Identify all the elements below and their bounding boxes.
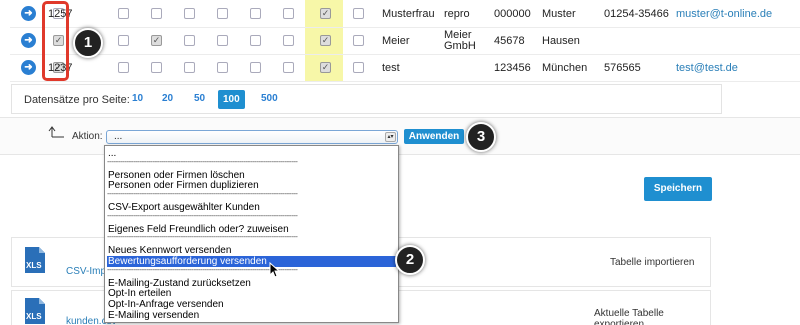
- row-flag-checkbox[interactable]: [151, 62, 162, 73]
- row-flag-checkbox[interactable]: [353, 35, 364, 46]
- row-name: Musterfrau: [382, 8, 435, 20]
- action-label: Aktion:: [72, 131, 103, 142]
- arrow-right-circle-icon[interactable]: ➜: [21, 33, 36, 48]
- arrow-right-circle-icon[interactable]: ➜: [21, 6, 36, 21]
- row-email[interactable]: muster@t-online.de: [676, 0, 772, 28]
- row-flag-checkbox[interactable]: [353, 62, 364, 73]
- row-name: Meier: [382, 35, 410, 47]
- row-phone: 576565: [604, 62, 641, 74]
- table-row: ➜ ✓ ✓ ✓ Meier Meier GmbH 45678 Hausen: [10, 27, 800, 55]
- row-flag-checkbox[interactable]: [118, 8, 129, 19]
- row-flag-checkbox[interactable]: [283, 35, 294, 46]
- table-row: ➜ 1257 ✓ Musterfrau repro 000000 Muster 01254-3…: [10, 0, 800, 28]
- row-flag-checkbox[interactable]: [184, 35, 195, 46]
- row-flag-checkbox[interactable]: [118, 62, 129, 73]
- row-flag-checkbox[interactable]: [184, 8, 195, 19]
- action-select-value: ...: [114, 131, 123, 142]
- row-flag-checkbox[interactable]: [217, 8, 228, 19]
- row-highlight-checkbox[interactable]: ✓: [320, 62, 331, 73]
- apply-button[interactable]: Anwenden: [404, 129, 464, 144]
- row-name: test: [382, 62, 400, 74]
- row-flag-checkbox[interactable]: [250, 62, 261, 73]
- row-company: repro: [444, 8, 470, 20]
- page-size-100[interactable]: 100: [218, 90, 245, 109]
- row-flag-checkbox[interactable]: [217, 62, 228, 73]
- dropdown-option[interactable]: CSV-Export ausgewählter Kunden: [107, 202, 396, 213]
- arrow-right-circle-icon[interactable]: ➜: [21, 60, 36, 75]
- dropdown-separator: ----------------------------------------…: [107, 266, 298, 274]
- row-zip: 000000: [494, 8, 531, 20]
- row-phone: 01254-35466: [604, 8, 669, 20]
- table-row: ➜ ✓ 1237 ✓ test 123456 München 576565 test@test.…: [10, 54, 800, 82]
- dropdown-separator: ----------------------------------------…: [107, 212, 298, 220]
- row-flag-checkbox[interactable]: [283, 8, 294, 19]
- dropdown-option[interactable]: E-Mailing versenden: [107, 310, 396, 321]
- save-button[interactable]: Speichern: [644, 177, 712, 201]
- dropdown-option[interactable]: ...: [107, 148, 396, 159]
- annotation-badge-3: 3: [466, 122, 496, 152]
- xls-icon-label: XLS: [26, 312, 42, 321]
- page-size-10[interactable]: 10: [132, 93, 143, 104]
- annotation-badge-2: 2: [395, 245, 425, 275]
- row-flag-checkbox[interactable]: [353, 8, 364, 19]
- dropdown-option[interactable]: E-Mailing-Zustand zurücksetzen: [107, 278, 396, 289]
- row-flag-checkbox[interactable]: [118, 35, 129, 46]
- row-zip: 123456: [494, 62, 531, 74]
- chevron-updown-icon: ▴▾: [385, 132, 396, 142]
- row-flag-checkbox[interactable]: [217, 35, 228, 46]
- row-flag-checkbox[interactable]: ✓: [151, 35, 162, 46]
- dropdown-option[interactable]: Personen oder Firmen duplizieren: [107, 180, 396, 191]
- pagination-bar: Datensätze pro Seite: 10 20 50 100 500: [11, 84, 722, 114]
- dropdown-separator: ----------------------------------------…: [107, 234, 298, 242]
- page-size-label: Datensätze pro Seite:: [24, 94, 130, 106]
- row-flag-checkbox[interactable]: [184, 62, 195, 73]
- xls-icon-label: XLS: [26, 261, 42, 270]
- annotation-highlight-box: [42, 1, 69, 81]
- page-size-20[interactable]: 20: [162, 93, 173, 104]
- page-size-50[interactable]: 50: [194, 93, 205, 104]
- row-flag-checkbox[interactable]: [151, 8, 162, 19]
- row-city: Hausen: [542, 35, 580, 47]
- action-dropdown-list: ... -------------------------------------…: [104, 145, 399, 323]
- xls-file-icon: XLS: [25, 247, 45, 273]
- row-zip: 45678: [494, 35, 525, 47]
- dropdown-option[interactable]: Opt-In-Anfrage versenden: [107, 299, 396, 310]
- annotation-badge-1: 1: [73, 28, 103, 58]
- dropdown-separator: ----------------------------------------…: [107, 191, 298, 199]
- return-arrow-icon: [48, 126, 64, 138]
- dropdown-option[interactable]: Neues Kennwort versenden: [107, 245, 396, 256]
- import-title: Tabelle importieren: [610, 257, 695, 268]
- row-city: München: [542, 62, 588, 74]
- export-title: Aktuelle Tabelle exportieren: [594, 308, 664, 325]
- row-flag-checkbox[interactable]: [250, 8, 261, 19]
- mouse-pointer-icon: [269, 262, 281, 278]
- dropdown-option[interactable]: Opt-In erteilen: [107, 288, 396, 299]
- dropdown-option[interactable]: Personen oder Firmen löschen: [107, 170, 396, 181]
- page-size-500[interactable]: 500: [261, 93, 278, 104]
- dropdown-separator: ----------------------------------------…: [107, 158, 298, 166]
- row-highlight-checkbox[interactable]: ✓: [320, 35, 331, 46]
- row-highlight-checkbox[interactable]: ✓: [320, 8, 331, 19]
- dropdown-option[interactable]: Eigenes Feld Freundlich oder? zuweisen: [107, 224, 396, 235]
- row-city: Muster: [542, 8, 576, 20]
- row-flag-checkbox[interactable]: [283, 62, 294, 73]
- row-flag-checkbox[interactable]: [250, 35, 261, 46]
- dropdown-option[interactable]: Bewertungsaufforderung versenden: [107, 256, 396, 267]
- xls-file-icon: XLS: [25, 298, 45, 324]
- action-select[interactable]: ... ▴▾: [106, 130, 398, 144]
- row-email[interactable]: test@test.de: [676, 54, 738, 82]
